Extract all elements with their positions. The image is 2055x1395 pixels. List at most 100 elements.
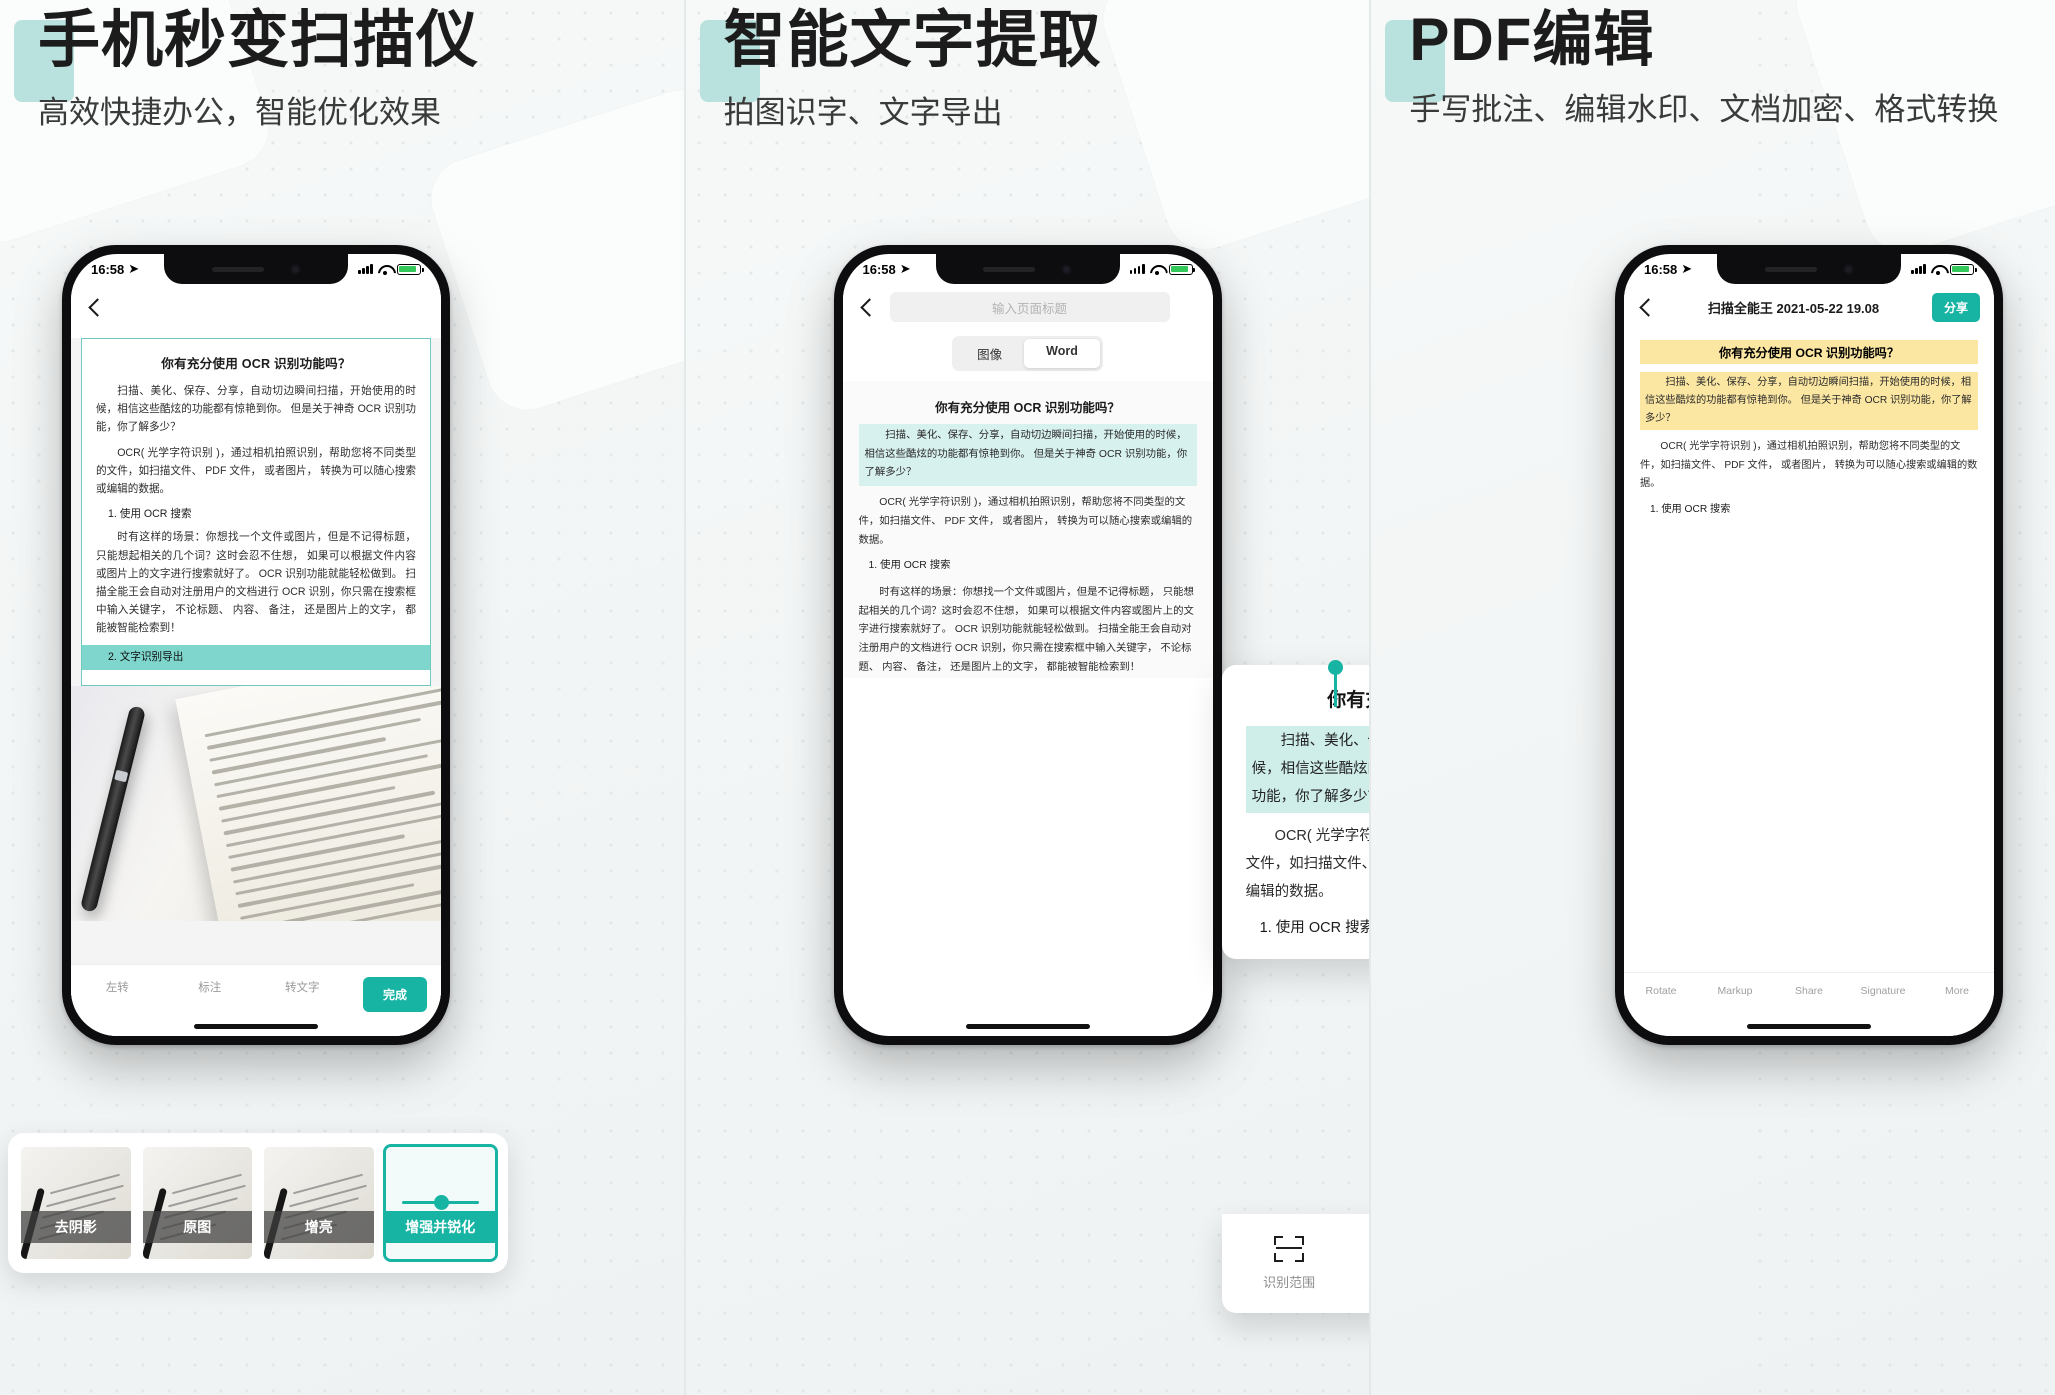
doc-paragraph: 扫描、美化、保存、分享，自动切边瞬间扫描，开始使用的时候，相信这些酷炫的功能都有… xyxy=(96,385,416,434)
home-indicator xyxy=(1747,1024,1872,1029)
speaker-icon xyxy=(1764,266,1817,272)
camera-icon xyxy=(1061,263,1072,275)
location-arrow-icon: ➤ xyxy=(899,261,911,276)
location-arrow-icon: ➤ xyxy=(1681,261,1693,276)
ocr-text-popup-card[interactable]: 你有充分使用 OCR 识别功能吗？ 扫描、美化、保存、分享，自动切边瞬间扫描，开… xyxy=(1221,660,1370,959)
back-arrow-icon[interactable] xyxy=(1639,297,1658,317)
phone-mockup-3: 16:58 ➤ 扫描全能王 2021-05-22 19.08 分享 你有充分使用… xyxy=(1615,245,2004,1045)
doc-list-item-highlighted: 2. 文字识别导出 xyxy=(82,644,430,670)
doc-title: 你有充分使用 OCR 识别功能吗？ xyxy=(1640,340,1979,364)
panel-1-heading-block: 手机秒变扫描仪 高效快捷办公，智能优化效果 xyxy=(14,6,480,135)
phone-notch xyxy=(935,254,1120,284)
tab-to-text[interactable]: 转文字 xyxy=(256,979,349,995)
back-arrow-icon[interactable] xyxy=(88,297,107,317)
home-indicator xyxy=(194,1024,318,1029)
scan-frame-icon xyxy=(1274,1236,1305,1262)
tool-label: 识别范围 xyxy=(1263,1275,1316,1290)
popup-list-item: 1. 使用 OCR 搜索 xyxy=(1259,919,1370,936)
back-arrow-icon[interactable] xyxy=(859,297,879,317)
nav-bar-2: 输入页面标题 xyxy=(842,284,1213,330)
camera-icon xyxy=(1842,263,1854,275)
speaker-icon xyxy=(983,266,1035,272)
tab-markup[interactable]: Markup xyxy=(1698,985,1772,997)
doc-paragraph: 时有这样的场景：你想找一个文件或图片，但是不记得标题， 只能想起相关的几个词？这… xyxy=(96,531,416,635)
ocr-highlighted-paragraph: 扫描、美化、保存、分享，自动切边瞬间扫描，开始使用的时候，相信这些酷炫的功能都有… xyxy=(858,424,1197,487)
status-time: 16:58 ➤ xyxy=(91,261,140,277)
scanned-document-card[interactable]: 你有充分使用 OCR 识别功能吗？ 扫描、美化、保存、分享，自动切边瞬间扫描，开… xyxy=(81,338,431,686)
segment-word[interactable]: Word xyxy=(1024,339,1100,368)
tab-more[interactable]: More xyxy=(1920,985,1994,997)
promo-panel-2: 智能文字提取 拍图识字、文字导出 16:58 ➤ 输入页面标题 图像 Word … xyxy=(683,0,1370,1395)
filter-label: 去阴影 xyxy=(21,1211,131,1243)
popup-paragraph: OCR( 光学字符识别 )，通过相机拍照识别，帮助您将不同类型的文件，如扫描文件… xyxy=(1245,828,1370,901)
tab-markup[interactable]: 标注 xyxy=(164,979,257,995)
filter-card-enhance-sharpen[interactable]: 增强并锐化 xyxy=(382,1144,498,1262)
popup-highlighted-paragraph: 扫描、美化、保存、分享，自动切边瞬间扫描，开始使用的时候，相信这些酷炫的功能都有… xyxy=(1245,726,1370,814)
tab-rotate[interactable]: Rotate xyxy=(1624,985,1698,997)
battery-icon xyxy=(397,263,424,275)
wifi-icon xyxy=(1150,264,1164,275)
filter-card-brighten[interactable]: 增亮 xyxy=(264,1147,374,1259)
doc-paragraph: OCR( 光学字符识别 )，通过相机拍照识别，帮助您将不同类型的文件，如扫描文件… xyxy=(1640,441,1978,490)
done-button[interactable]: 完成 xyxy=(362,977,427,1012)
page-title: 智能文字提取 xyxy=(723,6,1102,75)
page-subtitle: 拍图识字、文字导出 xyxy=(723,94,1003,130)
pdf-preview-area[interactable]: 你有充分使用 OCR 识别功能吗？ 扫描、美化、保存、分享，自动切边瞬间扫描，开… xyxy=(1624,330,1995,519)
filter-card-deshadow[interactable]: 去阴影 xyxy=(21,1147,131,1259)
promo-stage: 手机秒变扫描仪 高效快捷办公，智能优化效果 16:58 ➤ 你有充分使用 OCR… xyxy=(0,0,2055,1395)
tab-rotate-left[interactable]: 左转 xyxy=(71,979,164,995)
filter-card-original[interactable]: 原图 xyxy=(142,1147,252,1259)
tool-translate[interactable]: A中 ♛ 翻译 xyxy=(1349,1232,1370,1291)
page-title: PDF编辑 xyxy=(1409,6,1655,73)
pen-object xyxy=(79,704,147,913)
document-photo xyxy=(71,685,441,921)
ocr-paragraph: OCR( 光学字符识别 )，通过相机拍照识别，帮助您将不同类型的文件，如扫描文件… xyxy=(858,497,1193,546)
tab-signature[interactable]: Signature xyxy=(1846,985,1920,997)
phone-mockup-1: 16:58 ➤ 你有充分使用 OCR 识别功能吗？ 扫描、美化、保存、分享，自动… xyxy=(62,245,450,1045)
filter-selector-panel: 去阴影 原图 增亮 增强并锐化 xyxy=(8,1133,508,1273)
page-subtitle: 手写批注、编辑水印、文档加密、格式转换 xyxy=(1409,92,1999,128)
wifi-icon xyxy=(378,264,392,275)
page-title: 手机秒变扫描仪 xyxy=(38,6,480,75)
ocr-list-item: 1. 使用 OCR 搜索 xyxy=(868,560,951,572)
doc-list-item: 1. 使用 OCR 搜索 xyxy=(108,508,192,521)
ocr-action-toolbar: 识别范围 A中 ♛ 翻译 ≡ ♛ 复制文本 W ♛ xyxy=(1221,1213,1370,1313)
wifi-icon xyxy=(1931,264,1945,275)
status-time: 16:58 ➤ xyxy=(1644,261,1693,277)
ocr-result-area[interactable]: 你有充分使用 OCR 识别功能吗？ 扫描、美化、保存、分享，自动切边瞬间扫描，开… xyxy=(842,381,1213,678)
doc-title: 你有充分使用 OCR 识别功能吗？ xyxy=(161,357,351,371)
phone-notch xyxy=(164,254,348,284)
signal-icon xyxy=(1129,264,1145,274)
doc-paragraph: OCR( 光学字符识别 )，通过相机拍照识别，帮助您将不同类型的文件，如扫描文件… xyxy=(96,446,416,496)
segment-image[interactable]: 图像 xyxy=(955,339,1024,368)
battery-icon xyxy=(1950,263,1977,275)
ocr-paragraph: 时有这样的场景：你想找一个文件或图片，但是不记得标题， 只能想起相关的几个词？这… xyxy=(858,587,1194,673)
tab-share[interactable]: Share xyxy=(1772,985,1846,997)
book-page-image xyxy=(175,685,441,921)
location-arrow-icon: ➤ xyxy=(128,261,140,276)
phone-mockup-2: 16:58 ➤ 输入页面标题 图像 Word 你有充分使用 OCR 识别功能吗？… xyxy=(833,245,1222,1045)
document-name: 扫描全能王 2021-05-22 19.08 xyxy=(1707,300,1880,316)
selection-pin-icon xyxy=(1327,660,1343,707)
tool-recognition-range[interactable]: 识别范围 xyxy=(1230,1232,1349,1291)
nav-bar-3: 扫描全能王 2021-05-22 19.08 分享 xyxy=(1624,284,1995,330)
phone-notch xyxy=(1717,254,1902,284)
ocr-title: 你有充分使用 OCR 识别功能吗？ xyxy=(935,401,1120,415)
promo-panel-1: 手机秒变扫描仪 高效快捷办公，智能优化效果 16:58 ➤ 你有充分使用 OCR… xyxy=(0,0,684,1395)
popup-title: 你有充分使用 OCR 识别功能吗？ xyxy=(1327,690,1369,711)
page-subtitle: 高效快捷办公，智能优化效果 xyxy=(38,94,441,130)
page-title-input[interactable]: 输入页面标题 xyxy=(889,292,1170,322)
tool-label: 翻译 xyxy=(1349,1272,1370,1291)
share-button[interactable]: 分享 xyxy=(1932,292,1981,322)
nav-bar-1 xyxy=(71,284,441,330)
camera-icon xyxy=(289,263,301,275)
promo-panel-3: PDF编辑 手写批注、编辑水印、文档加密、格式转换 16:58 ➤ 扫描全能王 … xyxy=(1369,0,2055,1395)
view-mode-switcher: 图像 Word xyxy=(842,330,1213,381)
doc-scroll-area-1[interactable]: 你有充分使用 OCR 识别功能吗？ 扫描、美化、保存、分享，自动切边瞬间扫描，开… xyxy=(71,338,441,1036)
filter-label: 原图 xyxy=(142,1211,252,1243)
signal-icon xyxy=(1911,264,1927,274)
signal-icon xyxy=(358,264,373,274)
blob-decoration xyxy=(1093,0,1370,260)
filter-label: 增强并锐化 xyxy=(385,1211,495,1243)
phone-screen-2: 16:58 ➤ 输入页面标题 图像 Word 你有充分使用 OCR 识别功能吗？… xyxy=(842,254,1213,1036)
